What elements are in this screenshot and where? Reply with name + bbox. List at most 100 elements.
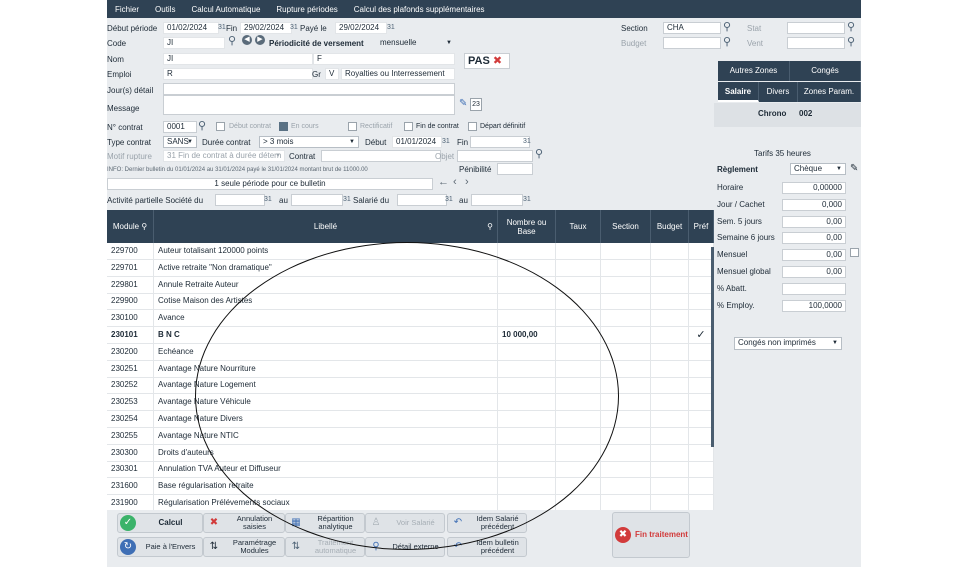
message-field[interactable]	[163, 95, 455, 115]
search-icon[interactable]: ⚲	[847, 21, 855, 33]
chevron-right-icon[interactable]: ›	[465, 176, 469, 188]
calendar-icon[interactable]: 31	[442, 138, 450, 145]
tab-conges[interactable]: Congés	[790, 61, 861, 81]
search-icon[interactable]: ⚲	[847, 36, 855, 48]
field-value[interactable]: 0,000	[782, 198, 846, 211]
fin-field[interactable]: 29/02/2024	[240, 22, 292, 34]
calendar-icon[interactable]: 31	[523, 138, 531, 145]
budget-field[interactable]	[663, 37, 721, 49]
column-module[interactable]: Module ⚲	[107, 210, 154, 243]
field-value[interactable]: 0,00	[782, 266, 846, 278]
column-section[interactable]: Section	[601, 210, 651, 243]
calendar-icon[interactable]: 23	[470, 98, 482, 111]
menu-calcul-plafonds[interactable]: Calcul des plafonds supplémentaires	[346, 5, 493, 14]
field-value[interactable]: 0,00	[782, 215, 846, 228]
voir-salarie-button[interactable]: ♙ Voir Salarié	[365, 513, 445, 533]
menu-rupture-periodes[interactable]: Rupture périodes	[268, 5, 345, 14]
paie-envers-button[interactable]: ↻ Paie à l'Envers	[117, 537, 203, 557]
activite-du-field[interactable]	[215, 194, 265, 206]
calendar-icon[interactable]: 31	[290, 24, 298, 31]
type-contrat-select[interactable]: SANS ▼	[163, 136, 197, 148]
detail-externe-button[interactable]: ⚲ Détail externe	[365, 537, 445, 557]
search-icon[interactable]: ⚲	[198, 120, 206, 132]
calendar-icon[interactable]: 31	[445, 196, 453, 203]
table-row[interactable]: 230253 Avantage Nature Véhicule	[107, 394, 714, 412]
stat-field[interactable]	[787, 22, 845, 34]
table-row[interactable]: 229801 Annule Retraite Auteur	[107, 276, 714, 294]
jours-detail-field[interactable]	[163, 83, 455, 95]
reglement-select[interactable]: Chèque ▼	[790, 163, 846, 175]
table-row[interactable]: 230101 B N C 10 000,00 ✓	[107, 327, 714, 344]
calendar-icon[interactable]: 31	[218, 24, 226, 31]
next-icon[interactable]: ▶	[255, 35, 265, 45]
column-budget[interactable]: Budget	[651, 210, 689, 243]
parametrage-modules-button[interactable]: ⇅ Paramétrage Modules	[203, 537, 285, 557]
nom-field-2[interactable]: F	[313, 53, 455, 65]
tab-salaire[interactable]: Salaire	[718, 82, 759, 102]
vent-field[interactable]	[787, 37, 845, 49]
rectificatif-checkbox[interactable]	[348, 122, 357, 131]
menu-calcul-automatique[interactable]: Calcul Automatique	[183, 5, 268, 14]
debut-contrat-checkbox[interactable]	[216, 122, 225, 131]
table-row[interactable]: 230255 Avantage Nature NTIC	[107, 427, 714, 445]
table-row[interactable]: 229701 Active retraite "Non dramatique"	[107, 259, 714, 277]
motif-rupture-select[interactable]: 31 Fin de contrat à durée détern ▼	[163, 150, 285, 162]
salarie-au-field[interactable]	[471, 194, 523, 206]
activite-au-field[interactable]	[291, 194, 343, 206]
search-icon[interactable]: ⚲	[723, 21, 731, 33]
duree-contrat-select[interactable]: > 3 mois ▼	[259, 136, 359, 148]
numero-contrat-field[interactable]: 0001	[163, 121, 197, 133]
arrow-left-icon[interactable]: ←	[438, 176, 449, 188]
salarie-du-field[interactable]	[397, 194, 447, 206]
annulation-saisies-button[interactable]: ✖ Annulation saisies	[203, 513, 285, 533]
emploi-field[interactable]: R	[163, 68, 313, 80]
field-value[interactable]: 100,0000	[782, 299, 846, 312]
field-value[interactable]: 0,00	[782, 249, 846, 262]
search-icon[interactable]: ⚲	[535, 148, 543, 160]
periodicite-select[interactable]: mensuelle ▼	[376, 37, 456, 49]
paye-le-field[interactable]: 29/02/2024	[335, 22, 387, 34]
table-row[interactable]: 230301 Annulation TVA Auteur et Diffuseur	[107, 461, 714, 479]
en-cours-checkbox[interactable]	[279, 122, 288, 131]
field-value[interactable]	[782, 282, 846, 295]
menu-outils[interactable]: Outils	[147, 5, 183, 14]
tab-autres-zones[interactable]: Autres Zones	[718, 61, 790, 81]
idem-bulletin-button[interactable]: ↶ Idem bulletin précédent	[447, 537, 527, 557]
chevron-left-icon[interactable]: ‹	[453, 176, 457, 188]
objet-field[interactable]	[457, 150, 533, 162]
debut-periode-field[interactable]: 01/02/2024	[163, 22, 219, 34]
table-row[interactable]: 230300 Droits d'auteurs	[107, 444, 714, 462]
menu-fichier[interactable]: Fichier	[107, 5, 147, 14]
calendar-icon[interactable]: 31	[523, 196, 531, 203]
mensuel-checkbox[interactable]	[850, 248, 859, 257]
fin-de-contrat-checkbox[interactable]	[404, 122, 413, 131]
nom-field[interactable]: JI	[163, 53, 313, 65]
calcul-button[interactable]: ✓ Calcul	[117, 513, 203, 533]
table-row[interactable]: 229900 Cotise Maison des Artistes	[107, 293, 714, 311]
table-row[interactable]: 231600 Base régularisation retraite	[107, 478, 714, 496]
calendar-icon[interactable]: 31	[264, 196, 272, 203]
code-field[interactable]: JI	[163, 37, 225, 49]
section-field[interactable]: CHA	[663, 22, 721, 34]
calendar-icon[interactable]: 31	[343, 196, 351, 203]
debut-field[interactable]: 01/01/2024	[392, 136, 442, 148]
fin-traitement-button[interactable]: ✖ Fin traitement	[612, 512, 690, 558]
field-value[interactable]: 0,00000	[782, 182, 846, 194]
gr-field[interactable]: V	[325, 68, 339, 80]
conges-select[interactable]: Congés non imprimés ▼	[734, 337, 842, 350]
contract-fin-field[interactable]	[470, 136, 530, 148]
edit-icon[interactable]: ✎	[850, 163, 858, 174]
calendar-icon[interactable]: 31	[387, 24, 395, 31]
edit-icon[interactable]: ✎	[459, 98, 467, 109]
table-row[interactable]: 230254 Avantage Nature Divers	[107, 411, 714, 428]
tab-zones-param[interactable]: Zones Param.	[798, 82, 861, 102]
field-value[interactable]: 0,00	[782, 232, 846, 245]
table-row[interactable]: 230200 Echéance	[107, 343, 714, 361]
previous-icon[interactable]: ◀	[242, 35, 252, 45]
search-icon[interactable]: ⚲	[228, 35, 236, 47]
table-row[interactable]: 229700 Auteur totalisant 120000 points	[107, 243, 714, 260]
contrat-field[interactable]	[321, 150, 441, 162]
depart-definitif-checkbox[interactable]	[468, 122, 477, 131]
penibilite-field[interactable]	[497, 163, 533, 175]
search-icon[interactable]: ⚲	[723, 36, 731, 48]
